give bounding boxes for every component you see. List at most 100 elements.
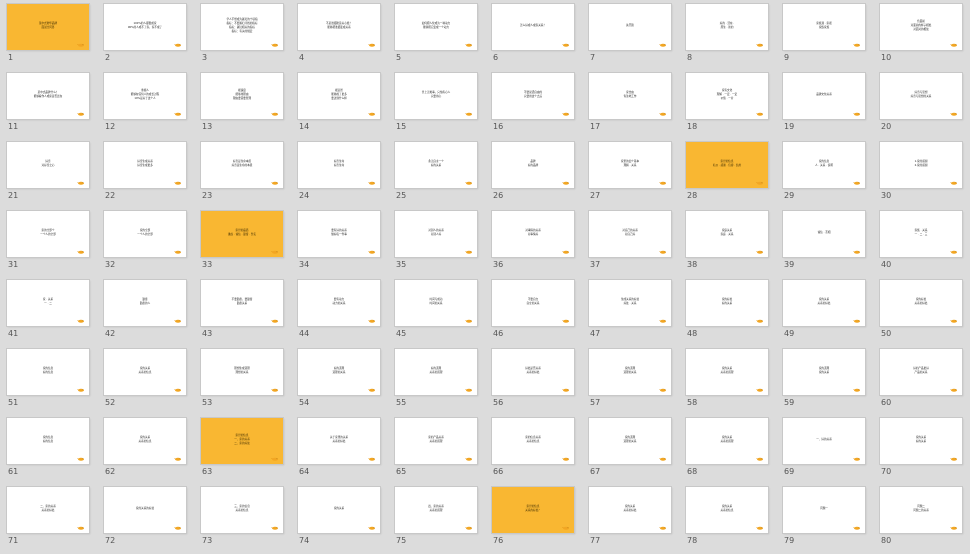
slide-thumbnail-80[interactable]: 问题二 问题二的关系 — [880, 487, 962, 533]
slide-thumbnail-12[interactable]: 重视人 能够在任何人的成长过程 10%是关于这个人 — [104, 73, 186, 119]
slide-text: 家的信息 好的信息 — [42, 435, 54, 443]
slide-thumbnail-2[interactable]: 100%的人都很成家 90%的人成不了家，家不成了 — [104, 4, 186, 50]
slide-thumbnail-62[interactable]: 家的关系 关系的信息 — [104, 418, 186, 464]
slide-thumbnail-65[interactable]: 家的产品关系 关系的道理 — [395, 418, 477, 464]
slide-text: 理想生成道理 理想的关系 — [234, 366, 250, 374]
slide-text: 二、家的关系 关系的好处 — [40, 504, 56, 512]
slide-thumbnail-37[interactable]: 对自己的关系 对自己好 — [589, 211, 671, 257]
slide-thumbnail-67[interactable]: 家的道理 道理的关系 — [589, 418, 671, 464]
slide-thumbnail-26[interactable]: 品牌 好的品牌 — [492, 142, 574, 188]
slide-thumbnail-24[interactable]: 好奇生命 好奇生命 — [298, 142, 380, 188]
slide-number: 51 — [8, 398, 19, 407]
slide-thumbnail-44[interactable]: 要有动力 动力的关系 — [298, 280, 380, 326]
slide-thumbnail-13[interactable]: 视速度 能够用理由 理由要需要管理 — [201, 73, 283, 119]
slide-thumbnail-31[interactable]: 家的全部个 一个人的全部 — [7, 211, 89, 257]
slide-thumbnail-40[interactable]: 家族 · 关系 一 · 二 · 三 — [880, 211, 962, 257]
slide-thumbnail-50[interactable]: 家的好处 关系的好处 — [880, 280, 962, 326]
slide-thumbnail-45[interactable]: 时间与成功 时间的关系 — [395, 280, 477, 326]
slide-thumbnail-70[interactable]: 家的关系 好的关系 — [880, 418, 962, 464]
slide-thumbnail-46[interactable]: 不要自立 自立的关系 — [492, 280, 574, 326]
slide-thumbnail-30[interactable]: 1.家的感谢 2.家的感谢 — [880, 142, 962, 188]
slide-text: 要有好的关系 做好每一件事 — [331, 228, 347, 236]
slide-thumbnail-42[interactable]: 勤奋 勤奋的人 — [104, 280, 186, 326]
slide-thumbnail-9[interactable]: 家族观 · 家观 家族家族 — [783, 4, 865, 50]
bird-logo-icon — [562, 526, 569, 530]
bird-logo-icon — [77, 112, 84, 116]
slide-thumbnail-6[interactable]: 怎么好成人成家关系？ — [492, 4, 574, 50]
slide-thumbnail-69[interactable]: 一、好的关系 — [783, 418, 865, 464]
slide-thumbnail-7[interactable]: 先开篇 — [589, 4, 671, 50]
slide-thumbnail-72[interactable]: 家的关系的好处 — [104, 487, 186, 533]
slide-thumbnail-15[interactable]: 世上无难事，只怕有心人 只要用心 — [395, 73, 477, 119]
slide-thumbnail-68[interactable]: 家的关系 关系的道理 — [686, 418, 768, 464]
slide-thumbnail-78[interactable]: 家的关系 关系的信息 — [686, 487, 768, 533]
slide-thumbnail-54[interactable]: 好的道理 道理的关系 — [298, 349, 380, 395]
slide-thumbnail-22[interactable]: 好奇生成关系 好奇生成更多 — [104, 142, 186, 188]
slide-thumbnail-48[interactable]: 家的好处 好的关系 — [686, 280, 768, 326]
slide-thumbnail-16[interactable]: 不要说话自由的 只要用这个之后 — [492, 73, 574, 119]
slide-thumbnail-71[interactable]: 二、家的关系 关系的好处 — [7, 487, 89, 533]
slide-thumbnail-56[interactable]: 好处是否关系 关系的好处 — [492, 349, 574, 395]
slide-number: 23 — [202, 191, 213, 200]
slide-thumbnail-38[interactable]: 家庭关系 家庭 · 关系 — [686, 211, 768, 257]
slide-thumbnail-49[interactable]: 家的关系 关系的好处 — [783, 280, 865, 326]
slide-thumbnail-19[interactable]: 品牌文化关系 — [783, 73, 865, 119]
slide-thumbnail-57[interactable]: 家的道理 道理的关系 — [589, 349, 671, 395]
slide-thumbnail-73[interactable]: 三、家的信息 关系的信息 — [201, 487, 283, 533]
slide-thumbnail-39[interactable]: 诚信 · 互相 — [783, 211, 865, 257]
slide-number: 30 — [881, 191, 892, 200]
slide-thumbnail-1[interactable]: 某中式奢华品牌 面试全问答 — [7, 4, 89, 50]
slide-thumbnail-14[interactable]: 视远景 能够成了更多 要达到什么样 — [298, 73, 380, 119]
slide-thumbnail-43[interactable]: 不要勤奋，要勤奋 勤奋关系 — [201, 280, 283, 326]
slide-thumbnail-20[interactable]: 好奇与思想 好奇与思想的关系 — [880, 73, 962, 119]
slide-thumbnail-63[interactable]: 家世的信息 一、家的关系 二、家的好处 — [201, 418, 283, 464]
slide-thumbnail-51[interactable]: 家的信息 好的信息 — [7, 349, 89, 395]
slide-thumbnail-52[interactable]: 家的关系 关系的信息 — [104, 349, 186, 395]
slide-thumbnail-60[interactable]: 好的产品更好 产品的关系 — [880, 349, 962, 395]
slide-thumbnail-8[interactable]: 好的 · 活在 · 原生 · 新的 — [686, 4, 768, 50]
slide-thumbnail-77[interactable]: 家的关系 关系的好处 — [589, 487, 671, 533]
slide-text: 家的道理 道理的关系 — [623, 366, 637, 374]
slide-thumbnail-3[interactable]: 学人不想成为寡妇的十项指 指标：不要寡妇寻找的指标 指标：寡妇相关的指标 指标：… — [201, 4, 283, 50]
bird-logo-icon — [562, 250, 569, 254]
slide-thumbnail-21[interactable]: 好奇 对好奇之心 — [7, 142, 89, 188]
slide-cell-52: 家的关系 关系的信息 52 — [100, 346, 188, 414]
slide-thumbnail-29[interactable]: 家的信息 人 · 关系 · 说明 — [783, 142, 865, 188]
slide-thumbnail-33[interactable]: 家世的品质 谦虚 · 诚信 · 勤奋 · 务实 — [201, 211, 283, 257]
slide-thumbnail-64[interactable]: 关于家里的关系 关系的好处 — [298, 418, 380, 464]
slide-thumbnail-25[interactable]: 永无自主一个 好的关系 — [395, 142, 477, 188]
slide-thumbnail-4[interactable]: 不是谁都愿意关心谁？ 能够把谁都变成关系 — [298, 4, 380, 50]
slide-thumbnail-27[interactable]: 家里的四个基本 理解 · 关系 — [589, 142, 671, 188]
slide-thumbnail-53[interactable]: 理想生成道理 理想的关系 — [201, 349, 283, 395]
slide-thumbnail-32[interactable]: 家的全部 一个人的全部 — [104, 211, 186, 257]
slide-thumbnail-59[interactable]: 家的道理 家的关系 — [783, 349, 865, 395]
slide-thumbnail-66[interactable]: 家的信息关系 关系的信息 — [492, 418, 574, 464]
slide-thumbnail-35[interactable]: 对别人的关系 对别人好 — [395, 211, 477, 257]
slide-thumbnail-55[interactable]: 好的道理 关系的道理 — [395, 349, 477, 395]
slide-thumbnail-47[interactable]: 生成关系的好处 好处 · 关系 — [589, 280, 671, 326]
bird-logo-icon — [77, 388, 84, 392]
slide-thumbnail-34[interactable]: 要有好的关系 做好每一件事 — [298, 211, 380, 257]
slide-text: 家的道理 道理的关系 — [623, 435, 637, 443]
slide-thumbnail-28[interactable]: 家世的信息 礼仪 · 感谢 · 包容 · 信用 — [686, 142, 768, 188]
bird-logo-icon — [853, 112, 860, 116]
slide-thumbnail-74[interactable]: 家的关系 — [298, 487, 380, 533]
slide-thumbnail-61[interactable]: 家的信息 好的信息 — [7, 418, 89, 464]
slide-thumbnail-18[interactable]: 家有文化 理解 · 一定 · 一定 价值 · 一片 — [686, 73, 768, 119]
slide-thumbnail-75[interactable]: 四、家的关系 关系的道理 — [395, 487, 477, 533]
slide-thumbnail-79[interactable]: 问题一 — [783, 487, 865, 533]
bird-logo-icon — [271, 43, 278, 47]
slide-thumbnail-5[interactable]: 如何把人化成为一种动力 能够把它变成一个动力 — [395, 4, 477, 50]
slide-text: 关于家里的关系 关系的好处 — [329, 435, 349, 443]
slide-thumbnail-10[interactable]: 色面前 对面前的样子相处 对面对的相处 — [880, 4, 962, 50]
slide-thumbnail-36[interactable]: 对事情的关系 对事情好 — [492, 211, 574, 257]
slide-thumbnail-11[interactable]: 某中式品牌什么？ 能够看作人成家是否还在 — [7, 73, 89, 119]
slide-thumbnail-17[interactable]: 家舍由 专注地工作 — [589, 73, 671, 119]
slide-text: 对别人的关系 对别人好 — [428, 228, 444, 236]
slide-text: 家的关系 关系的道理 — [720, 435, 734, 443]
slide-thumbnail-58[interactable]: 家的关系 关系的道理 — [686, 349, 768, 395]
slide-thumbnail-23[interactable]: 好奇是生命本质 好奇是生命的本质 — [201, 142, 283, 188]
slide-thumbnail-76[interactable]: 家世的信息 关系的好处？ — [492, 487, 574, 533]
bird-logo-icon — [950, 457, 957, 461]
slide-thumbnail-41[interactable]: 家 · 关系 一 · 二 — [7, 280, 89, 326]
